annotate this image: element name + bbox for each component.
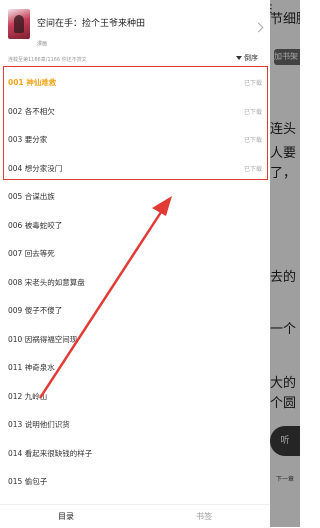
book-author: 漫画: [37, 41, 48, 47]
chapter-title: 007 回去等死: [8, 249, 55, 258]
chapter-item[interactable]: 004 想分家没门 已下载: [0, 153, 270, 182]
sort-arrow-icon: [236, 56, 242, 60]
chapter-title: 015 偷包子: [8, 477, 48, 486]
chapter-item[interactable]: 009 傻子不傻了: [0, 295, 270, 324]
chapter-item[interactable]: 003 要分家 已下载: [0, 124, 270, 153]
chapter-title: 003 要分家: [8, 135, 48, 144]
download-status: 已下载: [243, 137, 262, 144]
chapter-title: 002 各不相欠: [8, 106, 55, 116]
download-status: 已下载: [243, 108, 262, 116]
chapter-item[interactable]: 013 说明他们识货: [0, 409, 270, 438]
chapter-title: 011 神奇泉水: [8, 363, 55, 372]
chapter-item[interactable]: 010 因祸得福空间现: [0, 324, 270, 353]
chapter-title: 008 宋老头的如意算盘: [8, 277, 85, 287]
chapter-title: 005 合谋出族: [8, 192, 55, 201]
book-header[interactable]: 空间在手：捡个王爷来种田 漫画 连载至第1166章/1166 你还不赏文 倒序: [0, 0, 270, 63]
overlay-scrim[interactable]: [270, 0, 300, 527]
book-cover: [8, 9, 30, 39]
chapter-title: 012 九岭山: [8, 391, 48, 401]
bottom-tabs: 目录 书签: [0, 504, 270, 528]
chapter-item[interactable]: 008 宋老头的如意算盘: [0, 267, 270, 296]
chapter-title: 004 想分家没门: [8, 163, 63, 173]
download-status: 已下载: [243, 80, 262, 87]
chapter-item[interactable]: 007 回去等死: [0, 238, 270, 267]
chapter-item[interactable]: 011 神奇泉水: [0, 352, 270, 381]
chapter-title: 014 看起来很缺钱的样子: [8, 448, 93, 458]
book-title: 空间在手：捡个王爷来种田: [37, 19, 146, 29]
chapter-list: 001 神仙难救 已下载 002 各不相欠 已下载 003 要分家 已下载 004 想分家没…: [0, 67, 270, 495]
tab-toc[interactable]: 目录: [58, 511, 74, 522]
chapter-title: 009 傻子不傻了: [8, 306, 63, 315]
sort-label: 倒序: [244, 54, 258, 62]
chapter-item[interactable]: 014 看起来很缺钱的样子: [0, 438, 270, 467]
chapter-title: 013 说明他们识货: [8, 420, 70, 429]
chapter-item[interactable]: 002 各不相欠 已下载: [0, 96, 270, 125]
chapter-item[interactable]: 012 九岭山: [0, 381, 270, 410]
download-status: 已下载: [243, 165, 262, 173]
chapter-title: 010 因祸得福空间现: [8, 334, 78, 344]
chapter-title: 006 被毒蛇咬了: [8, 220, 63, 230]
chapter-title: 001 神仙难救: [8, 78, 57, 87]
chapter-item[interactable]: 001 神仙难救 已下载: [0, 67, 270, 96]
book-meta: 连载至第1166章/1166 你还不赏文: [8, 57, 87, 63]
chevron-right-icon: [253, 22, 264, 33]
chapter-item[interactable]: 006 被毒蛇咬了: [0, 210, 270, 239]
tab-bookmarks[interactable]: 书签: [196, 511, 212, 522]
chapter-item[interactable]: 005 合谋出族: [0, 181, 270, 210]
sort-button[interactable]: 倒序: [236, 53, 258, 63]
chapter-item[interactable]: 015 偷包子: [0, 466, 270, 495]
toc-drawer: 空间在手：捡个王爷来种田 漫画 连载至第1166章/1166 你还不赏文 倒序 …: [0, 0, 270, 528]
